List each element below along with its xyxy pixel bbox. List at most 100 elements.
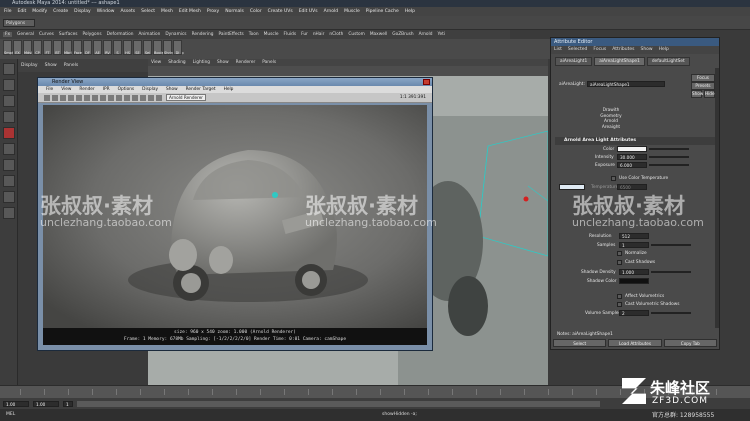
render-menu-render-target[interactable]: Render Target [186, 86, 216, 93]
shelf-icon-cp[interactable]: CP [33, 40, 42, 55]
render-menu-display[interactable]: Display [142, 86, 158, 93]
renderer-dropdown[interactable]: Arnold Renderer [166, 94, 206, 101]
menu-item-edit-uvs[interactable]: Edit UVs [299, 9, 318, 14]
shelf-icon-ex[interactable]: EX [13, 40, 22, 55]
viewport-menu-lighting[interactable]: Lighting [193, 59, 210, 66]
shelf-tab-toon[interactable]: Toon [249, 32, 259, 37]
exposure-field[interactable]: 6.000 [617, 162, 647, 168]
menu-item-display[interactable]: Display [74, 9, 91, 14]
menu-item-file[interactable]: File [4, 9, 12, 14]
shelf-tab-fx[interactable]: Fx [3, 32, 13, 37]
left-panel-menu-display[interactable]: Display [21, 63, 38, 68]
shelf-icon-sel[interactable]: Sel [143, 40, 152, 55]
render-menu-show[interactable]: Show [166, 86, 178, 93]
shelf-tab-fluids[interactable]: Fluids [284, 32, 297, 37]
menu-item-create-uvs[interactable]: Create UVs [268, 9, 293, 14]
presets-button[interactable]: Presets [691, 82, 715, 90]
shelf-icon-face[interactable]: Face [73, 40, 82, 55]
cast-volumetric-shadows-checkbox[interactable] [617, 302, 622, 307]
samples-slider[interactable] [651, 244, 691, 246]
ae-menu-show[interactable]: Show [640, 46, 652, 54]
left-panel-menu-show[interactable]: Show [45, 63, 57, 68]
shelf-tab-nhair[interactable]: nHair [313, 32, 325, 37]
attribute-editor-scrollbar[interactable] [715, 68, 719, 328]
color-slider[interactable] [649, 148, 689, 150]
viewport-menu-panels[interactable]: Panels [262, 59, 276, 66]
shelf-icon-s[interactable]: S [113, 40, 122, 55]
shelf-tab-fur[interactable]: Fur [301, 32, 308, 37]
shelf-icon-dl[interactable]: Dl [173, 40, 182, 55]
color-swatch[interactable] [617, 146, 647, 152]
menu-item-edit[interactable]: Edit [18, 9, 27, 14]
ae-menu-focus[interactable]: Focus [593, 46, 606, 54]
menu-item-muscle[interactable]: Muscle [344, 9, 360, 14]
menu-item-edit-mesh[interactable]: Edit Mesh [179, 9, 201, 14]
shadow-density-field[interactable]: 1.000 [619, 269, 649, 275]
shelf-icon-df[interactable]: DF [83, 40, 92, 55]
resolution-field[interactable]: 512 [619, 233, 649, 239]
menu-item-color[interactable]: Color [250, 9, 262, 14]
menu-item-pipeline-cache[interactable]: Pipeline Cache [366, 9, 399, 14]
show-button[interactable]: Show [691, 90, 703, 98]
normalize-checkbox[interactable] [617, 251, 622, 256]
end-time-field[interactable]: 1.00 [33, 400, 59, 407]
focus-button[interactable]: Focus [691, 74, 715, 82]
move-tool-icon[interactable] [2, 111, 15, 123]
ae-menu-selected[interactable]: Selected [568, 46, 588, 54]
current-frame-field[interactable]: 1 [63, 400, 73, 407]
shelf-icon-se[interactable]: SE [133, 40, 142, 55]
ae-menu-attributes[interactable]: Attributes [612, 46, 634, 54]
shelf-icon-rv[interactable]: RV [103, 40, 112, 55]
shelf-icon-bt[interactable]: BT [53, 40, 62, 55]
layout-persp-outliner-icon[interactable] [2, 191, 15, 203]
shelf-tab-deformation[interactable]: Deformation [107, 32, 134, 37]
shelf-tab-muscle[interactable]: Muscle [264, 32, 279, 37]
shelf-icon-ae[interactable]: AE [93, 40, 102, 55]
render-menu-options[interactable]: Options [118, 86, 135, 93]
menu-item-select[interactable]: Select [141, 9, 155, 14]
light-pivot[interactable] [523, 196, 529, 202]
menu-item-arnold[interactable]: Arnold [324, 9, 339, 14]
shape-name-field[interactable]: aiAreaLightShape1 [587, 81, 665, 87]
shelf-tab-polygons[interactable]: Polygons [82, 32, 101, 37]
menu-item-window[interactable]: Window [97, 9, 115, 14]
shelf-icon-shrinkwrap[interactable]: Shrinkwrap [163, 40, 184, 55]
shelf-icon-hs[interactable]: HS [123, 40, 132, 55]
intensity-field[interactable]: 30.000 [617, 154, 647, 160]
layout-graph-icon[interactable] [2, 207, 15, 219]
shelf-tab-general[interactable]: General [17, 32, 34, 37]
render-menu-render[interactable]: Render [79, 86, 94, 93]
render-tool-icons[interactable] [44, 95, 164, 101]
exposure-slider[interactable] [649, 164, 689, 166]
viewport-menu-view[interactable]: View [151, 59, 161, 66]
shelf-tab-custom[interactable]: Custom [348, 32, 364, 37]
layout-four-icon[interactable] [2, 175, 15, 187]
shelf-tab-maxwell[interactable]: Maxwell [370, 32, 387, 37]
shelf-tab-surfaces[interactable]: Surfaces [59, 32, 78, 37]
shelf-tab-animation[interactable]: Animation [138, 32, 160, 37]
shelf-icon-ft[interactable]: FT [43, 40, 52, 55]
viewport-menu-show[interactable]: Show [217, 59, 229, 66]
menu-item-modify[interactable]: Modify [32, 9, 47, 14]
viewport-menu-shading[interactable]: Shading [168, 59, 185, 66]
paint-select-icon[interactable] [2, 95, 15, 107]
ae-tab-defaultlightset[interactable]: defaultLightSet [646, 57, 690, 66]
select-tool-icon[interactable] [2, 63, 15, 75]
menu-item-mesh[interactable]: Mesh [161, 9, 173, 14]
affect-volumetrics-checkbox[interactable] [617, 294, 622, 299]
menu-set-dropdown[interactable]: Polygons [3, 19, 35, 27]
menu-item-proxy[interactable]: Proxy [207, 9, 219, 14]
cast-shadows-checkbox[interactable] [617, 260, 622, 265]
shelf-icon-mbrl[interactable]: Mbrl [63, 40, 72, 55]
hide-button[interactable]: Hide [704, 90, 715, 98]
shelf-icon-smpte[interactable]: Smpte [3, 40, 15, 55]
shelf-tab-painteffects[interactable]: PaintEffects [219, 32, 244, 37]
shelf-tab-dynamics[interactable]: Dynamics [165, 32, 186, 37]
menu-item-normals[interactable]: Normals [225, 9, 244, 14]
shelf-icon-mdsl[interactable]: Mdsl [23, 40, 32, 55]
shelf-tab-arnold[interactable]: Arnold [419, 32, 433, 37]
range-bar[interactable] [77, 400, 600, 407]
menu-item-assets[interactable]: Assets [120, 9, 135, 14]
arnold-area-light-section[interactable]: Arnold Area Light Attributes [555, 137, 715, 145]
shadow-density-slider[interactable] [651, 271, 691, 273]
